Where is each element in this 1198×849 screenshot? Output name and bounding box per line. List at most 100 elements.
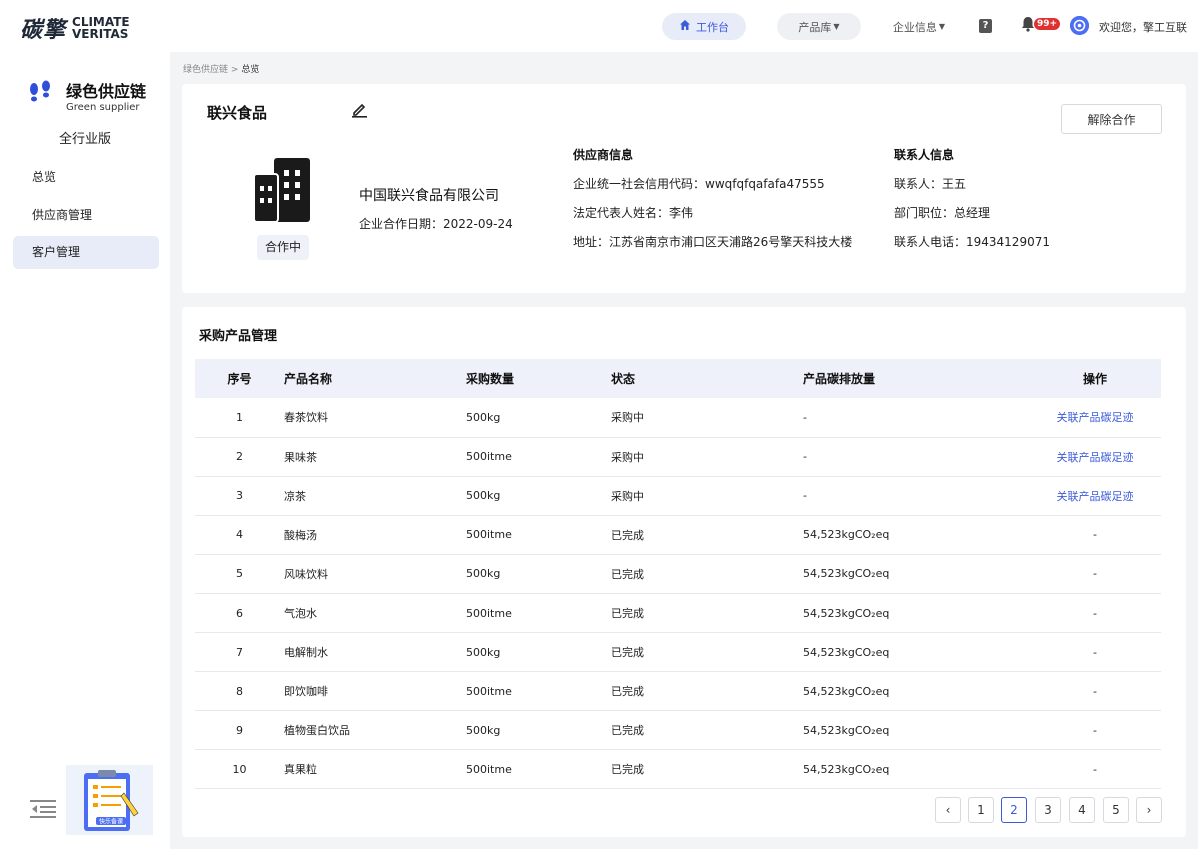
- help-icon[interactable]: ?: [979, 19, 992, 33]
- table-cell: 500kg: [466, 554, 611, 594]
- column-header: 采购数量: [466, 359, 611, 398]
- row-index: 4: [236, 528, 243, 542]
- supplier-info-card: 联兴食品 解除合作 合作中 中国联兴食品有限公司 企业合作日期：2022-09-…: [182, 84, 1186, 293]
- sidebar: 绿色供应链 Green supplier 全行业版 总览 供应商管理 客户管理 …: [0, 52, 170, 849]
- table-row: 6 气泡水 500itme 已完成 54,523kgCO₂eq -: [195, 593, 1161, 634]
- logo[interactable]: 碳擎 CLIMATE VERITAS: [20, 12, 130, 44]
- home-icon: [679, 19, 691, 34]
- table-cell: 采购中: [611, 476, 803, 516]
- bell-icon[interactable]: [1021, 16, 1035, 32]
- table-cell: 已完成: [611, 749, 803, 790]
- table-cell: 500itme: [466, 515, 611, 555]
- table-cell: -: [1029, 710, 1161, 751]
- page-button[interactable]: 1: [968, 797, 994, 823]
- table-cell: 已完成: [611, 554, 803, 594]
- purchase-quantity: 500kg: [466, 567, 501, 581]
- sidebar-item-overview[interactable]: 总览: [13, 161, 159, 194]
- table-cell: 气泡水: [284, 593, 466, 634]
- next-page-button[interactable]: ›: [1136, 797, 1162, 823]
- table-cell: 54,523kgCO₂eq: [803, 515, 1029, 555]
- supplier-info-title: 供应商信息: [573, 148, 634, 162]
- table-cell: 已完成: [611, 710, 803, 751]
- table-cell: 2: [195, 437, 284, 477]
- table-cell: 10: [195, 749, 284, 790]
- logo-en-line2: VERITAS: [72, 27, 129, 41]
- prev-page-button[interactable]: ‹: [935, 797, 961, 823]
- table-cell: 500itme: [466, 749, 611, 790]
- nav-enterprise-label: 企业信息: [892, 20, 937, 34]
- table-cell: -: [803, 476, 1029, 516]
- collapse-menu-icon[interactable]: [30, 799, 56, 819]
- table-cell: 500itme: [466, 671, 611, 712]
- table-cell: 7: [195, 632, 284, 673]
- welcome-text[interactable]: 欢迎您，擎工互联: [1099, 19, 1187, 35]
- link-product-carbon-footprint[interactable]: 关联产品碳足迹: [1057, 411, 1134, 424]
- sidebar-item-customer-management[interactable]: 客户管理: [13, 236, 159, 269]
- table-cell: 已完成: [611, 593, 803, 634]
- product-name: 电解制水: [284, 646, 328, 660]
- column-header: 序号: [195, 359, 284, 398]
- clipboard-text: 快乐备课: [99, 818, 123, 826]
- table-header-row: 序号 产品名称 采购数量 状态 产品碳排放量 操作: [195, 359, 1161, 398]
- product-carbon-emission: -: [803, 410, 807, 424]
- clipboard-illustration: 快乐备课: [66, 765, 153, 835]
- row-index: 8: [236, 684, 243, 698]
- link-product-carbon-footprint[interactable]: 关联产品碳足迹: [1057, 451, 1134, 464]
- purchase-status: 已完成: [611, 724, 644, 738]
- contact-name: 联系人：王五: [894, 177, 967, 191]
- table-cell: 已完成: [611, 671, 803, 712]
- row-index: 6: [236, 606, 243, 620]
- table-cell: 凉茶: [284, 476, 466, 516]
- table-cell: 3: [195, 476, 284, 516]
- end-cooperation-button[interactable]: 解除合作: [1061, 104, 1162, 134]
- table-row: 3 凉茶 500kg 采购中 - 关联产品碳足迹: [195, 476, 1161, 516]
- company-full-name: 中国联兴食品有限公司: [359, 188, 499, 204]
- table-cell: 500kg: [466, 398, 611, 438]
- column-header: 状态: [611, 359, 803, 398]
- product-carbon-emission: 54,523kgCO₂eq: [803, 567, 890, 581]
- table-row: 9 植物蛋白饮品 500kg 已完成 54,523kgCO₂eq -: [195, 710, 1161, 751]
- purchase-quantity: 500itme: [466, 528, 512, 542]
- table-cell: 9: [195, 710, 284, 751]
- avatar[interactable]: [1070, 16, 1089, 35]
- table-cell: 关联产品碳足迹: [1029, 398, 1161, 438]
- table-cell: 即饮咖啡: [284, 671, 466, 712]
- table-cell: 8: [195, 671, 284, 712]
- breadcrumb-current: 总览: [241, 65, 260, 75]
- contact-info-title: 联系人信息: [894, 148, 955, 162]
- sidebar-title: 绿色供应链: [66, 82, 147, 101]
- credit-code: 企业统一社会信用代码：wwqfqfqafafa47555: [573, 177, 825, 191]
- nav-workbench[interactable]: 工作台: [662, 13, 746, 40]
- column-header: 产品碳排放量: [803, 359, 1029, 398]
- nav-product-library[interactable]: 产品库 ▼: [777, 13, 861, 40]
- edition-label: 全行业版: [58, 132, 111, 147]
- notification-badge: 99+: [1034, 18, 1061, 30]
- page-button-current[interactable]: 2: [1001, 797, 1027, 823]
- purchase-products-table: 序号 产品名称 采购数量 状态 产品碳排放量 操作 1 春茶饮料 500kg 采购中 -…: [195, 359, 1161, 790]
- purchase-status: 已完成: [611, 528, 644, 542]
- breadcrumb-parent[interactable]: 绿色供应链: [183, 65, 228, 75]
- table-cell: 500kg: [466, 632, 611, 673]
- page-button[interactable]: 5: [1103, 797, 1129, 823]
- nav-enterprise-info[interactable]: 企业信息 ▼: [884, 13, 954, 40]
- table-cell: -: [1029, 554, 1161, 594]
- product-name: 风味饮料: [284, 567, 328, 581]
- page-button[interactable]: 3: [1035, 797, 1061, 823]
- table-cell: -: [803, 398, 1029, 438]
- purchase-quantity: 500kg: [466, 410, 501, 424]
- row-index: 1: [236, 410, 243, 424]
- product-name: 植物蛋白饮品: [284, 724, 350, 738]
- table-cell: 54,523kgCO₂eq: [803, 749, 1029, 790]
- sidebar-item-supplier-management[interactable]: 供应商管理: [13, 199, 159, 232]
- page-button[interactable]: 4: [1069, 797, 1095, 823]
- table-cell: 500itme: [466, 593, 611, 634]
- table-cell: 54,523kgCO₂eq: [803, 671, 1029, 712]
- link-product-carbon-footprint[interactable]: 关联产品碳足迹: [1057, 490, 1134, 503]
- row-index: 3: [236, 489, 243, 503]
- edit-icon[interactable]: [351, 101, 368, 118]
- cooperation-status-tag: 合作中: [257, 235, 310, 260]
- product-name: 真果粒: [284, 763, 317, 777]
- table-cell: 采购中: [611, 437, 803, 477]
- table-cell: 酸梅汤: [284, 515, 466, 555]
- purchase-status: 已完成: [611, 646, 644, 660]
